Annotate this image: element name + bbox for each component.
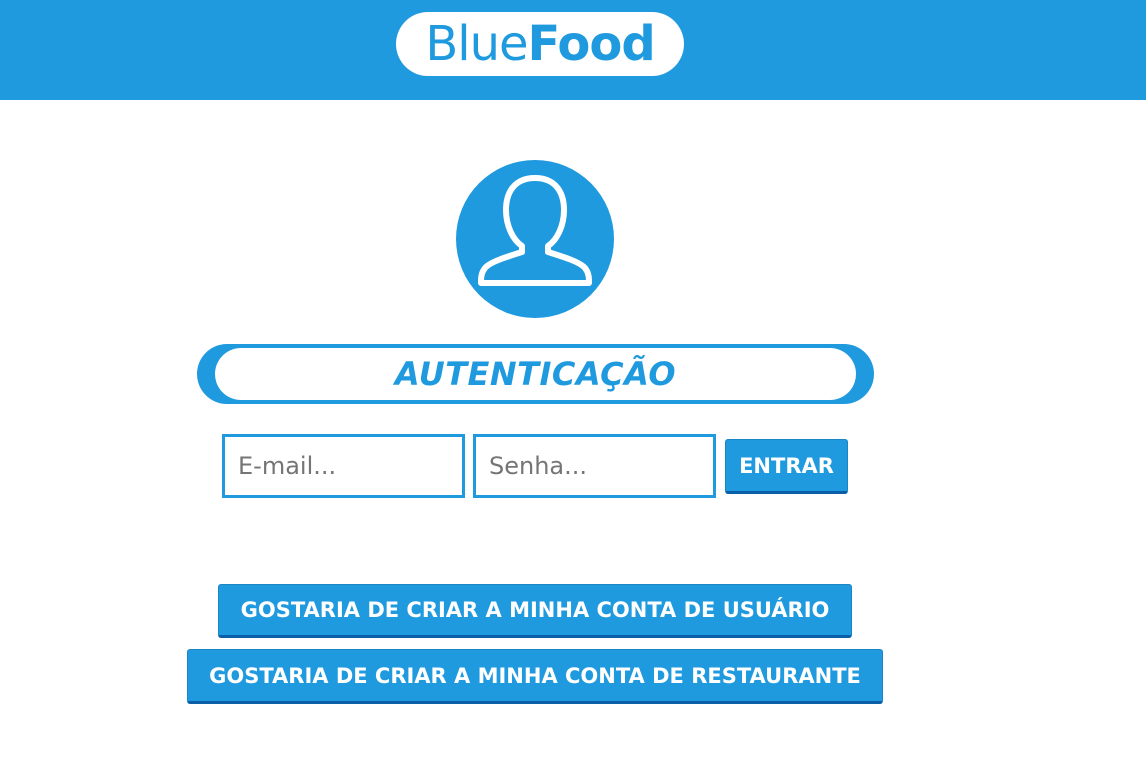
auth-title: AUTENTICAÇÃO [394, 355, 677, 393]
create-user-account-button[interactable]: GOSTARIA DE CRIAR A MINHA CONTA DE USUÁR… [218, 584, 852, 638]
password-input[interactable] [473, 434, 716, 498]
logo[interactable]: Blue Food [396, 12, 684, 76]
create-restaurant-account-button[interactable]: GOSTARIA DE CRIAR A MINHA CONTA DE RESTA… [187, 649, 883, 704]
auth-title-container: AUTENTICAÇÃO [215, 348, 856, 400]
user-icon [478, 175, 592, 286]
logo-text-food: Food [527, 16, 656, 72]
logo-text-blue: Blue [425, 16, 528, 72]
user-avatar [456, 160, 614, 318]
header-bar: Blue Food [0, 0, 1146, 100]
login-button[interactable]: ENTRAR [725, 439, 848, 494]
auth-title-bar: AUTENTICAÇÃO [197, 344, 874, 404]
email-input[interactable] [222, 434, 465, 498]
